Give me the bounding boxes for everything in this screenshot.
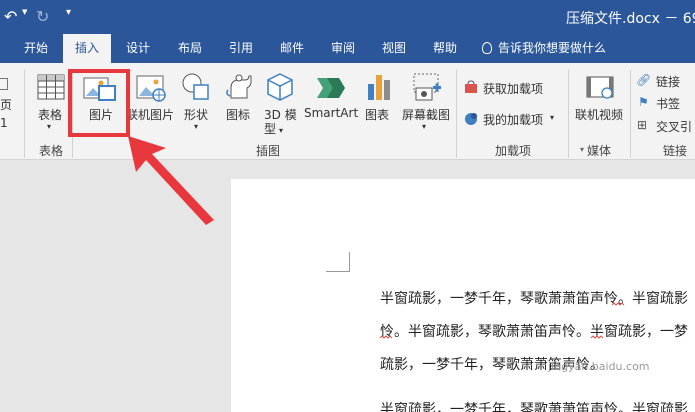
online-picture-button[interactable]: 联机图片: [126, 72, 174, 132]
ribbon-tabs: 开始 插入 设计 布局 引用 邮件 审阅 视图 帮助 告诉我你想要做什么: [0, 34, 695, 63]
table-icon: [37, 74, 65, 100]
online-picture-label: 联机图片: [126, 108, 175, 122]
tab-mailings[interactable]: 邮件: [270, 34, 314, 63]
get-addins-button[interactable]: 获取加载项: [464, 78, 560, 98]
partial-label: 页: [0, 98, 13, 112]
online-picture-icon: [136, 75, 166, 102]
smartart-label: SmartArt: [304, 106, 359, 120]
cube-icon: [267, 73, 293, 101]
table-dropdown-icon: ▾: [47, 122, 52, 131]
get-addins-label: 获取加载项: [483, 82, 544, 96]
shapes-icon: [182, 73, 209, 100]
chart-label: 图表: [365, 108, 390, 122]
shapes-label: 形状: [184, 108, 209, 122]
online-video-label: 联机视频: [575, 108, 624, 122]
screenshot-label: 屏幕截图: [402, 108, 451, 122]
icons-icon: [226, 74, 252, 99]
my-addins-dropdown-icon: ▾: [550, 113, 555, 122]
3d-model-label-2: 型 ▾: [264, 122, 284, 136]
redo-icon[interactable]: ↻: [36, 7, 56, 27]
screenshot-icon: [413, 73, 441, 101]
chart-button[interactable]: 图表: [362, 72, 396, 132]
shapes-button[interactable]: 形状 ▾: [178, 72, 218, 132]
shapes-dropdown-icon: ▾: [194, 122, 199, 131]
group-label-addins: 加载项: [494, 144, 531, 158]
icons-label: 图标: [226, 108, 251, 122]
group-label-illustrations: 插图: [255, 144, 280, 158]
online-video-button[interactable]: 联机视频: [572, 72, 628, 132]
smartart-button[interactable]: SmartArt: [302, 72, 358, 132]
link-button[interactable]: 🔗︎ 链接: [636, 72, 695, 90]
3d-model-dropdown-icon: ▾: [279, 126, 284, 135]
screenshot-dropdown-icon: ▾: [422, 122, 427, 131]
tab-home[interactable]: 开始: [14, 34, 58, 63]
partial-label-2: 1: [0, 116, 8, 130]
tab-design[interactable]: 设计: [116, 34, 160, 63]
cross-reference-button[interactable]: ⊞ 交叉引: [636, 117, 695, 135]
document-title: 压缩文件.docx － 695: [566, 11, 695, 27]
my-addins-button[interactable]: 我的加载项 ▾: [464, 109, 560, 129]
table-label: 表格: [38, 108, 63, 122]
screenshot-button[interactable]: 屏幕截图 ▾: [400, 72, 454, 132]
undo-dropdown-icon[interactable]: ▼: [22, 8, 27, 16]
group-label-media: 媒体: [586, 144, 611, 158]
store-icon: [465, 80, 477, 93]
tab-view[interactable]: 视图: [372, 34, 416, 63]
annotation-highlight-box: [68, 69, 130, 137]
document-line: 怜。半窗疏影，琴歌萧萧笛声怜。半窗疏影，一梦: [380, 324, 688, 340]
bookmark-label: 书签: [656, 97, 681, 111]
partial-icon: [0, 78, 8, 90]
addins-launcher-icon[interactable]: ▾: [580, 145, 584, 154]
icons-button[interactable]: 图标: [222, 72, 258, 132]
lightbulb-icon: [482, 42, 492, 54]
cross-reference-icon: ⊞: [637, 118, 648, 132]
tab-references[interactable]: 引用: [219, 34, 263, 63]
title-bar: ↶ ▼ ↻ ▾ 压缩文件.docx － 695: [0, 0, 695, 34]
table-button[interactable]: 表格 ▾: [32, 72, 70, 132]
partial-left-group: 页 1: [0, 72, 16, 132]
online-video-icon: [586, 76, 614, 99]
bookmark-button[interactable]: ⚑ 书签: [636, 94, 695, 112]
bookmark-icon: ⚑: [638, 95, 649, 109]
link-label: 链接: [656, 75, 681, 89]
group-label-tables: 表格: [38, 144, 63, 158]
undo-icon[interactable]: ↶: [4, 7, 24, 27]
link-icon: 🔗︎: [636, 73, 652, 87]
margin-corner-mark: [326, 252, 350, 272]
chart-icon: [368, 75, 390, 100]
3d-model-button[interactable]: 3D 模 型 ▾: [260, 72, 300, 136]
group-label-links: 链接: [662, 144, 687, 158]
customize-qat-icon[interactable]: ▾: [66, 7, 71, 18]
watermark-text: jingyan.baidu.com: [548, 360, 650, 373]
my-addins-icon: [465, 113, 477, 125]
document-line: 半窗疏影，一梦千年，琴歌萧萧笛声怜。半窗疏影: [380, 291, 688, 307]
tab-help[interactable]: 帮助: [423, 34, 467, 63]
smartart-icon: [317, 78, 345, 98]
tab-layout[interactable]: 布局: [168, 34, 212, 63]
document-line: 半窗疏影，一梦千年，琴歌萧萧笛声怜。半窗疏影: [380, 402, 688, 412]
my-addins-label: 我的加载项: [483, 113, 544, 127]
cross-reference-label: 交叉引: [656, 120, 693, 134]
tell-me-search[interactable]: 告诉我你想要做什么: [482, 34, 606, 63]
tab-insert[interactable]: 插入: [63, 34, 111, 63]
tab-review[interactable]: 审阅: [321, 34, 365, 63]
